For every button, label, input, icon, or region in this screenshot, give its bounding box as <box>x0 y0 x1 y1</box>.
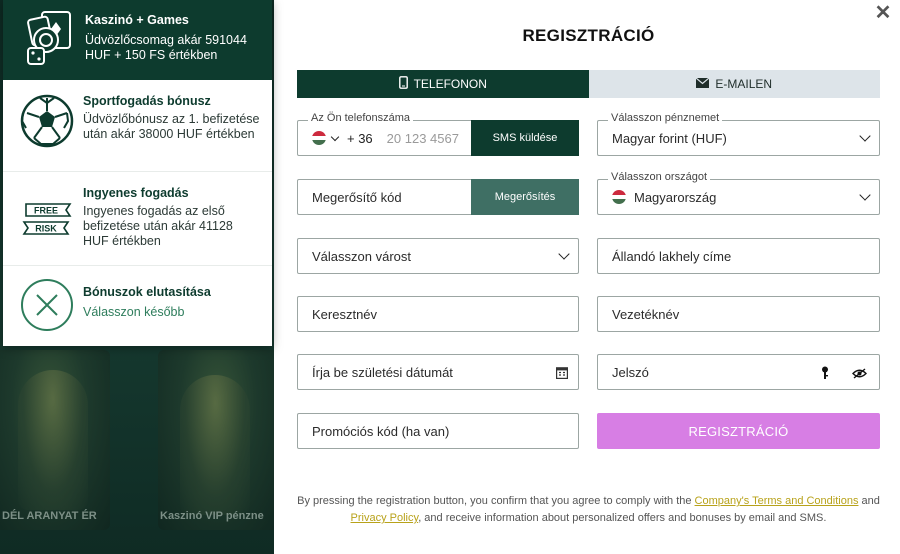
calendar-icon[interactable] <box>556 366 569 382</box>
confirmation-code-field[interactable]: Megerősítő kód Megerősítés <box>297 179 579 215</box>
address-input[interactable]: Állandó lakhely címe <box>598 249 731 264</box>
close-circle-icon <box>19 278 75 332</box>
country-code-chevron-icon[interactable] <box>330 132 340 141</box>
promo-figure-left <box>18 370 88 510</box>
registration-method-tabs: TELEFONON E-MAILEN <box>297 70 880 98</box>
freebet-bonus-title: Ingyenes fogadás <box>83 186 189 200</box>
bonus-selection-panel: Kaszinó + Games Üdvözlőcsomag akár 59104… <box>3 0 272 346</box>
first-name-field[interactable]: Keresztnév <box>297 296 579 332</box>
soccer-ball-icon <box>19 94 75 148</box>
birthdate-field[interactable]: Írja be születési dátumát <box>297 354 579 390</box>
eye-slash-icon[interactable] <box>852 367 867 382</box>
bonus-option-sport[interactable]: Sportfogadás bónusz Üdvözlőbónusz az 1. … <box>3 80 272 172</box>
country-select[interactable]: Válasszon országot Magyarország <box>597 171 880 215</box>
city-placeholder: Válasszon várost <box>312 248 411 264</box>
last-name-field[interactable]: Vezetéknév <box>597 296 880 332</box>
chevron-down-icon <box>859 130 871 142</box>
phone-field-label: Az Ön telefonszáma <box>308 112 414 124</box>
password-input[interactable]: Jelszó <box>598 365 649 380</box>
risk-label: RISK <box>35 224 57 234</box>
confirmation-code-input[interactable]: Megerősítő kód <box>298 190 402 205</box>
tab-email[interactable]: E-MAILEN <box>588 70 880 98</box>
close-icon[interactable]: ✕ <box>874 3 892 23</box>
free-risk-ticket-icon: FREE RISK <box>19 186 75 238</box>
phone-input[interactable]: 20 123 4567 <box>387 131 459 146</box>
page-title: REGISZTRÁCIÓ <box>522 26 655 45</box>
promo-card-caption-right: Kaszinó VIP pénzne <box>160 510 264 522</box>
first-name-input[interactable]: Keresztnév <box>298 307 377 322</box>
hungary-flag-icon[interactable] <box>312 131 326 145</box>
legal-text-1: By pressing the registration button, you… <box>297 495 695 507</box>
freebet-bonus-description: Ingyenes fogadás az első befizetése után… <box>83 204 233 248</box>
key-icon[interactable] <box>821 366 829 383</box>
currency-select[interactable]: Válasszon pénznemet Magyar forint (HUF) <box>597 112 880 156</box>
promo-code-input[interactable]: Promóciós kód (ha van) <box>298 424 449 439</box>
currency-selected-value: Magyar forint (HUF) <box>612 130 727 146</box>
casino-bonus-title: Kaszinó + Games <box>85 13 189 27</box>
promo-figure-right <box>180 375 250 515</box>
envelope-icon <box>696 77 710 91</box>
decline-bonus-title: Bónuszok elutasítása <box>83 285 211 299</box>
bonus-option-freebet[interactable]: FREE RISK Ingyenes fogadás Ingyenes foga… <box>3 172 272 266</box>
choose-later-link[interactable]: Válasszon később <box>83 305 211 319</box>
casino-bonus-description: Üdvözlőcsomag akár 591044 HUF + 150 FS é… <box>85 33 247 62</box>
legal-text-3: , and receive information about personal… <box>418 512 827 524</box>
sport-bonus-title: Sportfogadás bónusz <box>83 94 211 108</box>
legal-notice: By pressing the registration button, you… <box>297 493 880 527</box>
chevron-down-icon <box>859 189 871 201</box>
promo-code-field[interactable]: Promóciós kód (ha van) <box>297 413 579 449</box>
free-label: FREE <box>34 206 58 216</box>
tab-phone-label: TELEFONON <box>413 77 487 91</box>
password-field[interactable]: Jelszó <box>597 354 880 390</box>
privacy-policy-link[interactable]: Privacy Policy <box>351 512 419 524</box>
country-selected-value: Magyarország <box>634 189 717 205</box>
send-sms-button[interactable]: SMS küldése <box>471 120 579 156</box>
bonus-option-casino[interactable]: Kaszinó + Games Üdvözlőcsomag akár 59104… <box>3 0 272 80</box>
last-name-input[interactable]: Vezetéknév <box>598 307 679 322</box>
register-submit-button[interactable]: REGISZTRÁCIÓ <box>597 413 880 449</box>
country-field-label: Válasszon országot <box>608 171 710 183</box>
phone-icon <box>398 76 408 92</box>
address-field[interactable]: Állandó lakhely címe <box>597 238 880 274</box>
hungary-flag-icon <box>612 190 626 204</box>
legal-text-2: and <box>858 495 880 507</box>
tab-phone[interactable]: TELEFONON <box>297 70 589 98</box>
chevron-down-icon <box>558 248 570 260</box>
cards-dice-icon <box>21 10 77 66</box>
birthdate-input[interactable]: Írja be születési dátumát <box>298 365 453 380</box>
promo-card-caption-left: DÉL ARANYAT ÉR <box>2 510 97 522</box>
phone-number-field[interactable]: Az Ön telefonszáma + 36 20 123 4567 SMS … <box>297 112 579 156</box>
phone-prefix: + 36 <box>347 130 373 146</box>
tab-email-label: E-MAILEN <box>715 77 773 91</box>
currency-field-label: Válasszon pénznemet <box>608 112 723 124</box>
confirm-code-button[interactable]: Megerősítés <box>471 179 579 215</box>
bonus-option-decline[interactable]: Bónuszok elutasítása Válasszon később <box>3 266 272 346</box>
sport-bonus-description: Üdvözlőbónusz az 1. befizetése után akár… <box>83 112 260 141</box>
terms-link[interactable]: Company's Terms and Conditions <box>695 495 859 507</box>
city-select[interactable]: Válasszon várost <box>297 238 579 274</box>
